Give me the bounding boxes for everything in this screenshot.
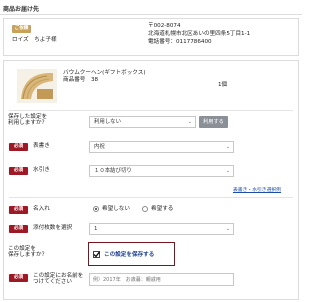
mizuhiki-value: １０本結び切り: [94, 168, 132, 174]
recipient-phone: 電話番号：0117786400: [148, 39, 212, 45]
product-code: 商品番号 38: [63, 77, 99, 83]
baumkuchen-icon: [21, 73, 53, 100]
required-badge: 必須: [9, 206, 28, 214]
apply-saved-settings-button[interactable]: 利用する: [199, 116, 228, 128]
name-label: 名入れ: [33, 206, 50, 212]
divider: [9, 197, 293, 198]
setting-name-label: この設定にお名前を つけてください: [33, 273, 84, 286]
checkmark-icon: [93, 251, 100, 258]
section-header: 商品お届け先: [0, 0, 302, 15]
radio-name-yes-label: 希望する: [151, 206, 174, 212]
divider: [9, 110, 293, 111]
product-image: [17, 69, 57, 103]
saved-settings-label: 保存した設定を 利用しますか？: [8, 114, 48, 127]
chevron-down-icon: ⌄: [225, 168, 230, 174]
attach-value: 1: [94, 226, 98, 232]
recipient-badge: ご依頼: [12, 25, 31, 33]
radio-name-yes[interactable]: [142, 206, 148, 212]
required-badge: 必須: [9, 167, 28, 175]
mizuhiki-select[interactable]: １０本結び切り ⌄: [89, 165, 234, 177]
radio-name-no[interactable]: [93, 206, 99, 212]
product-form: バウムクーヘン(ギフトボックス) 商品番号 38 1個 保存した設定を 利用しま…: [3, 60, 299, 300]
chevron-down-icon: ⌄: [225, 144, 230, 150]
setting-name-input[interactable]: [89, 273, 234, 286]
save-label: この設定を 保存しますか？: [8, 246, 48, 259]
section-title: 商品お届け先: [3, 6, 40, 13]
recipient-name: ロイズ ちよ子様: [12, 37, 57, 43]
chevron-down-icon: ⌄: [187, 119, 192, 125]
omote-select[interactable]: 内祝 ⌄: [89, 141, 234, 153]
recipient-card: ご依頼 ロイズ ちよ子様 〒002-8074 北海道札幌市北区あいの里四条5丁目…: [3, 18, 299, 56]
mizuhiki-label: 水引き: [33, 167, 50, 173]
saved-settings-value: 利用しない: [94, 119, 121, 125]
attach-select[interactable]: 1 ⌄: [89, 223, 234, 235]
omote-value: 内祝: [94, 144, 105, 150]
saved-settings-select[interactable]: 利用しない ⌄: [89, 116, 196, 128]
product-quantity: 1個: [218, 82, 228, 88]
omote-label: 表書き: [33, 143, 50, 149]
recipient-postal: 〒002-8074: [148, 23, 181, 29]
noshi-example-link[interactable]: 表書き・水引き選択例: [233, 188, 281, 194]
required-badge: 必須: [9, 225, 28, 233]
product-name: バウムクーヘン(ギフトボックス): [63, 70, 146, 76]
chevron-down-icon: ⌄: [225, 226, 230, 232]
attach-label: 添付枚数を選択: [33, 225, 73, 231]
required-badge: 必須: [9, 143, 28, 151]
radio-name-no-label: 希望しない: [102, 206, 130, 212]
save-setting-checkbox[interactable]: [93, 251, 100, 258]
save-setting-checkbox-label: この設定を保存する: [104, 252, 155, 258]
required-badge: 必須: [9, 274, 28, 282]
recipient-address: 北海道札幌市北区あいの里四条5丁目1-1: [148, 31, 251, 37]
